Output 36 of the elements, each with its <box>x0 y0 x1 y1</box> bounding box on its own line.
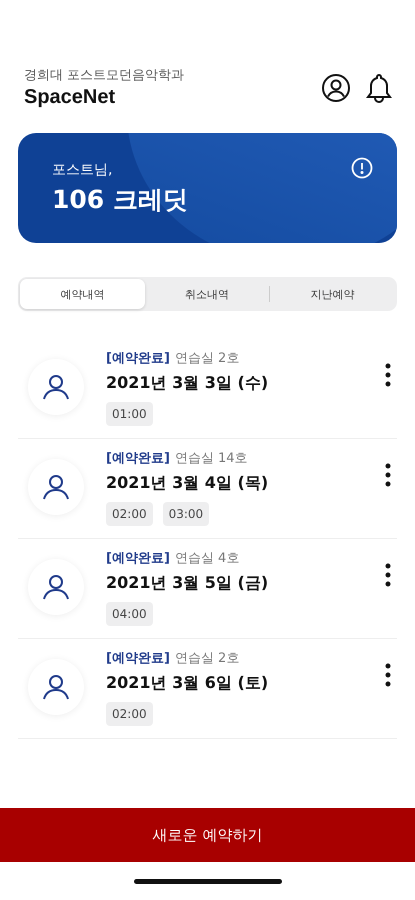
reservation-status: [예약완료] <box>106 650 170 667</box>
app-title: SpaceNet <box>24 86 116 109</box>
bell-icon[interactable] <box>365 72 393 102</box>
more-icon[interactable] <box>385 463 391 487</box>
more-icon[interactable] <box>385 663 391 687</box>
tab[interactable]: 예약내역 <box>20 279 145 309</box>
person-icon <box>42 473 70 501</box>
reservation-status: [예약완료] <box>106 450 170 467</box>
time-slot: 02:00 <box>106 502 153 526</box>
tab[interactable]: 지난예약 <box>270 279 396 309</box>
reservation-date: 2021년 3월 6일 (토) <box>106 673 270 694</box>
time-slot: 02:00 <box>106 702 153 726</box>
credit-balance: 106 크레딧 <box>52 184 188 216</box>
new-reservation-button[interactable]: 새로운 예약하기 <box>0 808 415 862</box>
person-icon <box>42 573 70 601</box>
room-name: 연습실 2호 <box>174 650 240 667</box>
reservation-status: [예약완료] <box>106 350 170 367</box>
info-icon[interactable] <box>351 157 373 179</box>
tab[interactable]: 취소내역 <box>144 279 270 309</box>
department-label: 경희대 포스트모던음악학과 <box>24 67 184 84</box>
room-name: 연습실 2호 <box>174 350 240 367</box>
reservation-status: [예약완료] <box>106 550 170 567</box>
reservation-date: 2021년 3월 4일 (목) <box>106 473 270 494</box>
profile-icon[interactable] <box>321 72 351 102</box>
time-slot: 03:00 <box>162 502 210 526</box>
reservation-date: 2021년 3월 3일 (수) <box>106 373 270 394</box>
person-icon <box>42 673 70 701</box>
person-icon <box>42 373 70 401</box>
room-name: 연습실 14호 <box>174 450 248 467</box>
time-slot: 04:00 <box>106 602 153 626</box>
greeting: 포스트님, <box>52 160 114 178</box>
more-icon[interactable] <box>385 563 391 587</box>
reservation-date: 2021년 3월 5일 (금) <box>106 573 270 594</box>
room-name: 연습실 4호 <box>174 550 240 567</box>
time-slot: 01:00 <box>106 402 153 426</box>
more-icon[interactable] <box>385 363 391 387</box>
